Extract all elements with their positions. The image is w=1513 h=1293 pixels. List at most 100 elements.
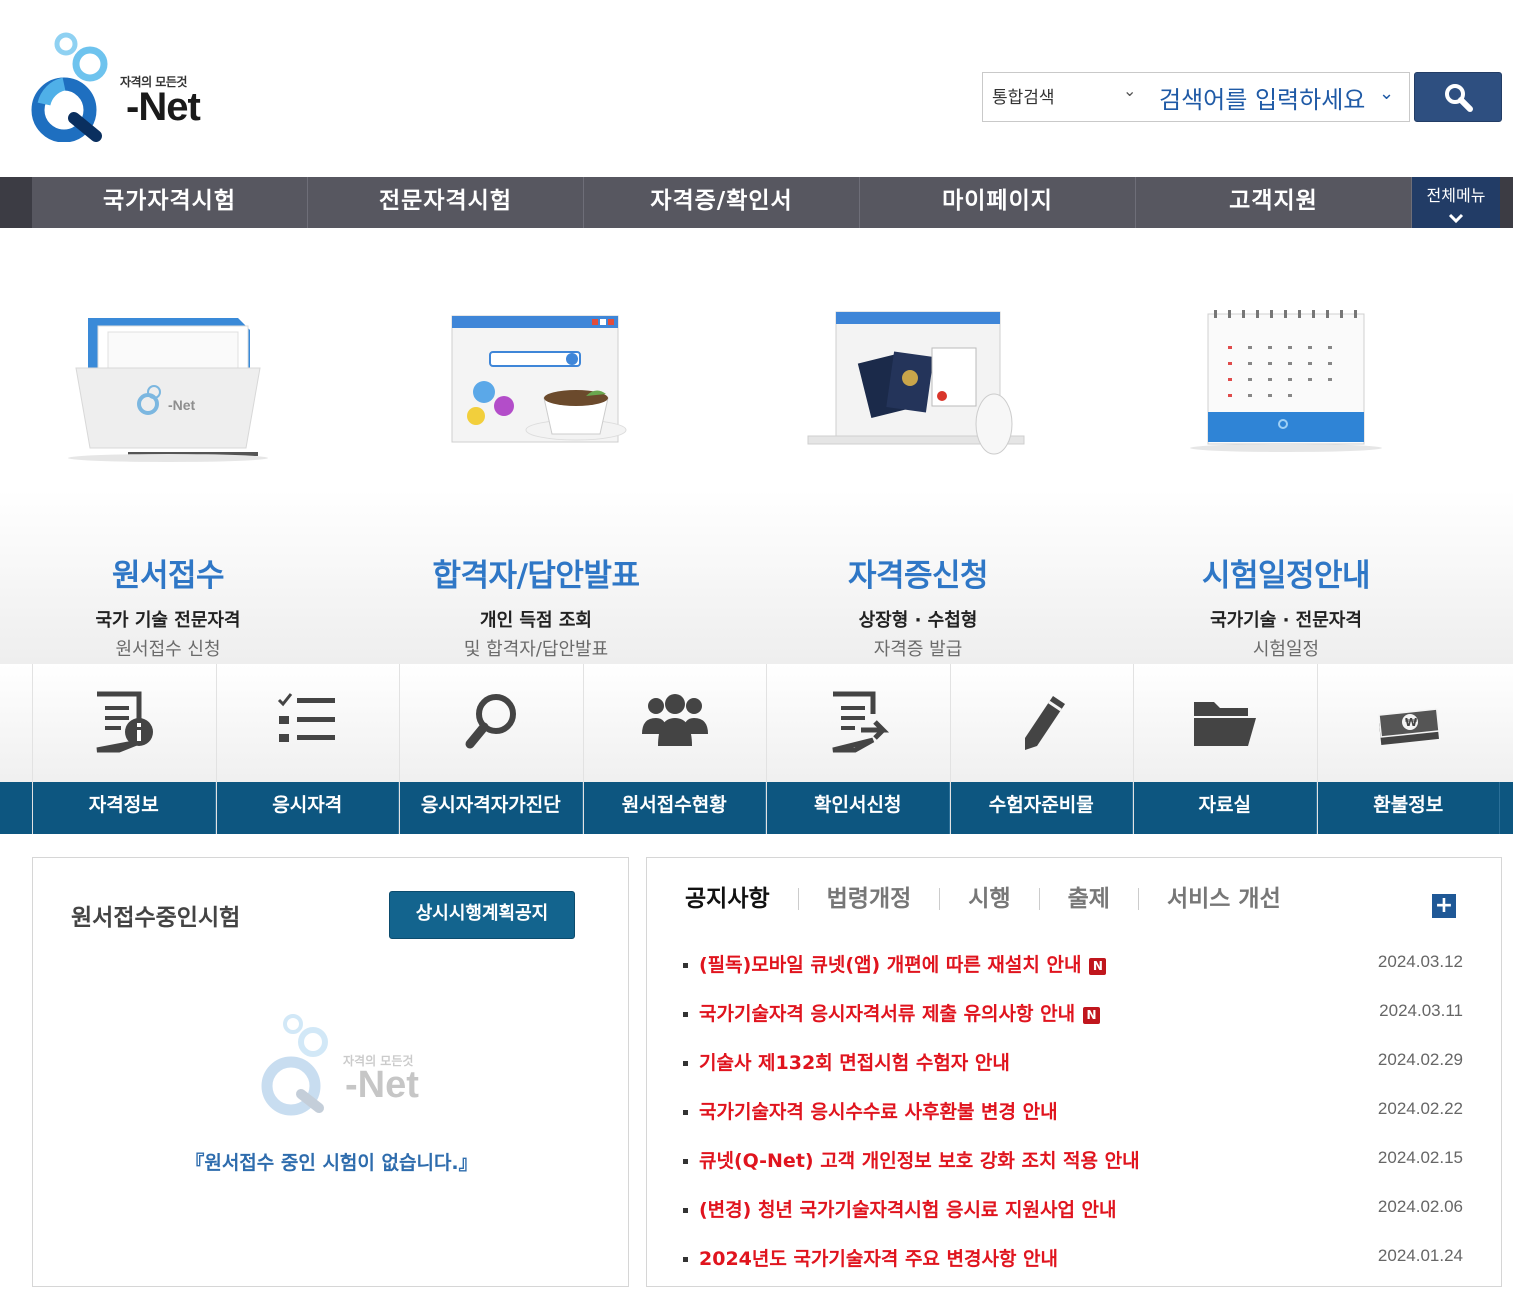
card-certificate[interactable]: 자격증신청 상장형 · 수첩형 자격증 발급 xyxy=(768,288,1068,660)
bullet-icon xyxy=(683,1159,688,1164)
card-title: 시험일정안내 xyxy=(1201,558,1371,594)
watermark-wordmark: -Net xyxy=(345,1064,419,1106)
card-application[interactable]: -Net 원서접수 국가 기술 전문자격 원서접수 신청 xyxy=(18,288,318,660)
card-title: 자격증신청 xyxy=(847,558,989,594)
card-description: 시험일정 xyxy=(1252,639,1320,660)
main-navigation: 국가자격시험 전문자격시험 자격증/확인서 마이페이지 고객지원 전체메뉴 xyxy=(0,177,1513,228)
tab-implementation[interactable]: 시행 xyxy=(940,888,1040,911)
search-input[interactable] xyxy=(1159,73,1409,121)
card-description: 원서접수 신청 xyxy=(115,639,221,660)
notice-title[interactable]: 큐넷(Q-Net) 고객 개인정보 보호 강화 조치 적용 안내 xyxy=(699,1146,1140,1173)
card-results[interactable]: 합격자/답안발표 개인 득점 조회 및 합격자/답안발표 xyxy=(386,288,686,660)
list-item[interactable]: 국가기술자격 응시수수료 사후환불 변경 안내 2024.02.22 xyxy=(683,1097,1463,1146)
calendar-illustration xyxy=(1190,310,1382,452)
gnb-national-exam[interactable]: 국가자격시험 xyxy=(32,177,308,228)
tab-notices[interactable]: 공지사항 xyxy=(685,888,799,911)
search-icon xyxy=(1445,84,1473,112)
list-item[interactable]: (필독)모바일 큐넷(앱) 개편에 따른 재설치 안내 N 2024.03.12 xyxy=(683,950,1463,999)
list-item[interactable]: 2024년도 국가기술자격 주요 변경사항 안내 2024.01.24 xyxy=(683,1244,1463,1293)
notice-date: 2024.02.29 xyxy=(1377,1050,1463,1069)
card-subtitle: 국가 기술 전문자격 xyxy=(95,610,241,631)
list-item[interactable]: 큐넷(Q-Net) 고객 개인정보 보호 강화 조치 적용 안내 2024.02… xyxy=(683,1146,1463,1195)
notice-date: 2024.01.24 xyxy=(1377,1246,1463,1265)
notice-date: 2024.02.22 xyxy=(1377,1099,1463,1118)
new-badge-icon: N xyxy=(1083,1007,1101,1024)
svg-text:-Net: -Net xyxy=(168,397,196,413)
card-subtitle: 상장형 · 수첩형 xyxy=(858,610,978,631)
card-description: 및 합격자/답안발표 xyxy=(463,639,609,660)
quick-label: 원서접수현황 xyxy=(583,782,766,834)
card-title: 합격자/답안발표 xyxy=(432,558,640,594)
notice-date: 2024.02.15 xyxy=(1377,1148,1463,1167)
quick-exam-supplies[interactable]: 수험자준비물 xyxy=(949,664,1133,834)
panel-title: 원서접수중인시험 xyxy=(71,905,241,931)
quick-self-diagnosis[interactable]: 응시자격자가진단 xyxy=(399,664,583,834)
chevron-down-icon[interactable]: ⌄ xyxy=(1379,83,1394,104)
quick-label: 환불정보 xyxy=(1317,782,1500,834)
quick-application-status[interactable]: 원서접수현황 xyxy=(582,664,766,834)
notice-list: (필독)모바일 큐넷(앱) 개편에 따른 재설치 안내 N 2024.03.12 … xyxy=(683,950,1463,1293)
quick-archive[interactable]: 자료실 xyxy=(1133,664,1317,834)
notice-title[interactable]: 국가기술자격 응시수수료 사후환불 변경 안내 xyxy=(699,1097,1058,1124)
gnb-mypage[interactable]: 마이페이지 xyxy=(860,177,1136,228)
notice-date: 2024.02.06 xyxy=(1377,1197,1463,1216)
folder-illustration: -Net xyxy=(68,318,268,462)
checklist-icon xyxy=(277,693,335,742)
regular-exam-plan-button[interactable]: 상시시행계획공지 xyxy=(389,891,575,939)
card-subtitle: 국가기술 · 전문자격 xyxy=(1210,610,1362,631)
all-menu-button[interactable]: 전체메뉴 xyxy=(1412,177,1500,228)
chevron-down-icon xyxy=(1448,213,1464,224)
bullet-icon xyxy=(683,1208,688,1213)
bullet-icon xyxy=(683,1012,688,1017)
quick-confirmation-request[interactable]: 확인서신청 xyxy=(766,664,950,834)
quick-menu: 자격정보 응시자격 응시자격자가진단 원서접수현황 확인서신청 수험자준비물 자… xyxy=(0,664,1513,834)
gnb-certificate[interactable]: 자격증/확인서 xyxy=(584,177,860,228)
logo-wordmark: -Net xyxy=(126,85,201,129)
search-scope-select[interactable]: 통합검색 ⌄ xyxy=(983,73,1159,121)
quick-label: 응시자격 xyxy=(216,782,399,834)
search-button[interactable] xyxy=(1414,72,1502,122)
more-plus-button[interactable]: + xyxy=(1432,894,1456,918)
card-subtitle: 개인 득점 조회 xyxy=(480,610,592,631)
card-schedule[interactable]: 시험일정안내 국가기술 · 전문자격 시험일정 xyxy=(1136,288,1436,660)
notice-title[interactable]: (변경) 청년 국가기술자격시험 응시료 지원사업 안내 xyxy=(699,1195,1117,1222)
list-item[interactable]: 기술사 제132회 면접시험 수험자 안내 2024.02.29 xyxy=(683,1048,1463,1097)
list-item[interactable]: 국가기술자격 응시자격서류 제출 유의사항 안내 N 2024.03.11 xyxy=(683,999,1463,1048)
qnet-watermark-logo: 자격의 모든것 -Net xyxy=(253,1008,433,1128)
tab-service-improvement[interactable]: 서비스 개선 xyxy=(1139,888,1309,911)
notice-title[interactable]: 기술사 제132회 면접시험 수험자 안내 xyxy=(699,1048,1010,1075)
notice-panel: 공지사항 법령개정 시행 출제 서비스 개선 + (필독)모바일 큐넷(앱) 개… xyxy=(646,857,1502,1287)
main-visual: -Net 원서접수 국가 기술 전문자격 원서접수 신청 합격자/답안발표 개인… xyxy=(0,228,1513,664)
document-arrow-icon xyxy=(832,691,890,753)
quick-label: 확인서신청 xyxy=(767,782,950,834)
magnifier-icon xyxy=(465,694,517,749)
notice-title[interactable]: (필독)모바일 큐넷(앱) 개편에 따른 재설치 안내 N xyxy=(699,950,1107,977)
search-scope-label: 통합검색 xyxy=(992,88,1055,108)
bullet-icon xyxy=(683,963,688,968)
tab-question-setting[interactable]: 출제 xyxy=(1040,888,1139,911)
new-badge-icon: N xyxy=(1089,958,1107,975)
notice-date: 2024.03.11 xyxy=(1379,1001,1463,1020)
browser-coffee-illustration xyxy=(451,315,627,443)
quick-label: 수험자준비물 xyxy=(950,782,1133,834)
quick-refund-info[interactable]: ₩ 환불정보 xyxy=(1316,664,1500,834)
quick-qualification-info[interactable]: 자격정보 xyxy=(32,664,216,834)
site-logo[interactable]: 자격의 모든것 -Net xyxy=(30,30,201,142)
notice-tabs: 공지사항 법령개정 시행 출제 서비스 개선 xyxy=(685,888,1309,911)
quick-eligibility[interactable]: 응시자격 xyxy=(215,664,399,834)
bullet-icon xyxy=(683,1110,688,1115)
notice-date: 2024.03.12 xyxy=(1377,952,1463,971)
pencil-icon xyxy=(1024,696,1065,750)
gnb-customer-support[interactable]: 고객지원 xyxy=(1136,177,1412,228)
notice-title[interactable]: 2024년도 국가기술자격 주요 변경사항 안내 xyxy=(699,1244,1058,1271)
gnb-professional-exam[interactable]: 전문자격시험 xyxy=(308,177,584,228)
tab-law-revision[interactable]: 법령개정 xyxy=(799,888,941,911)
people-group-icon xyxy=(641,694,708,746)
list-item[interactable]: (변경) 청년 국가기술자격시험 응시료 지원사업 안내 2024.02.06 xyxy=(683,1195,1463,1244)
card-title: 원서접수 xyxy=(111,558,225,594)
quick-label: 자료실 xyxy=(1134,782,1317,834)
bullet-icon xyxy=(683,1061,688,1066)
all-menu-label: 전체메뉴 xyxy=(1426,186,1486,205)
notice-title[interactable]: 국가기술자격 응시자격서류 제출 유의사항 안내 N xyxy=(699,999,1101,1026)
card-description: 자격증 발급 xyxy=(873,639,963,660)
